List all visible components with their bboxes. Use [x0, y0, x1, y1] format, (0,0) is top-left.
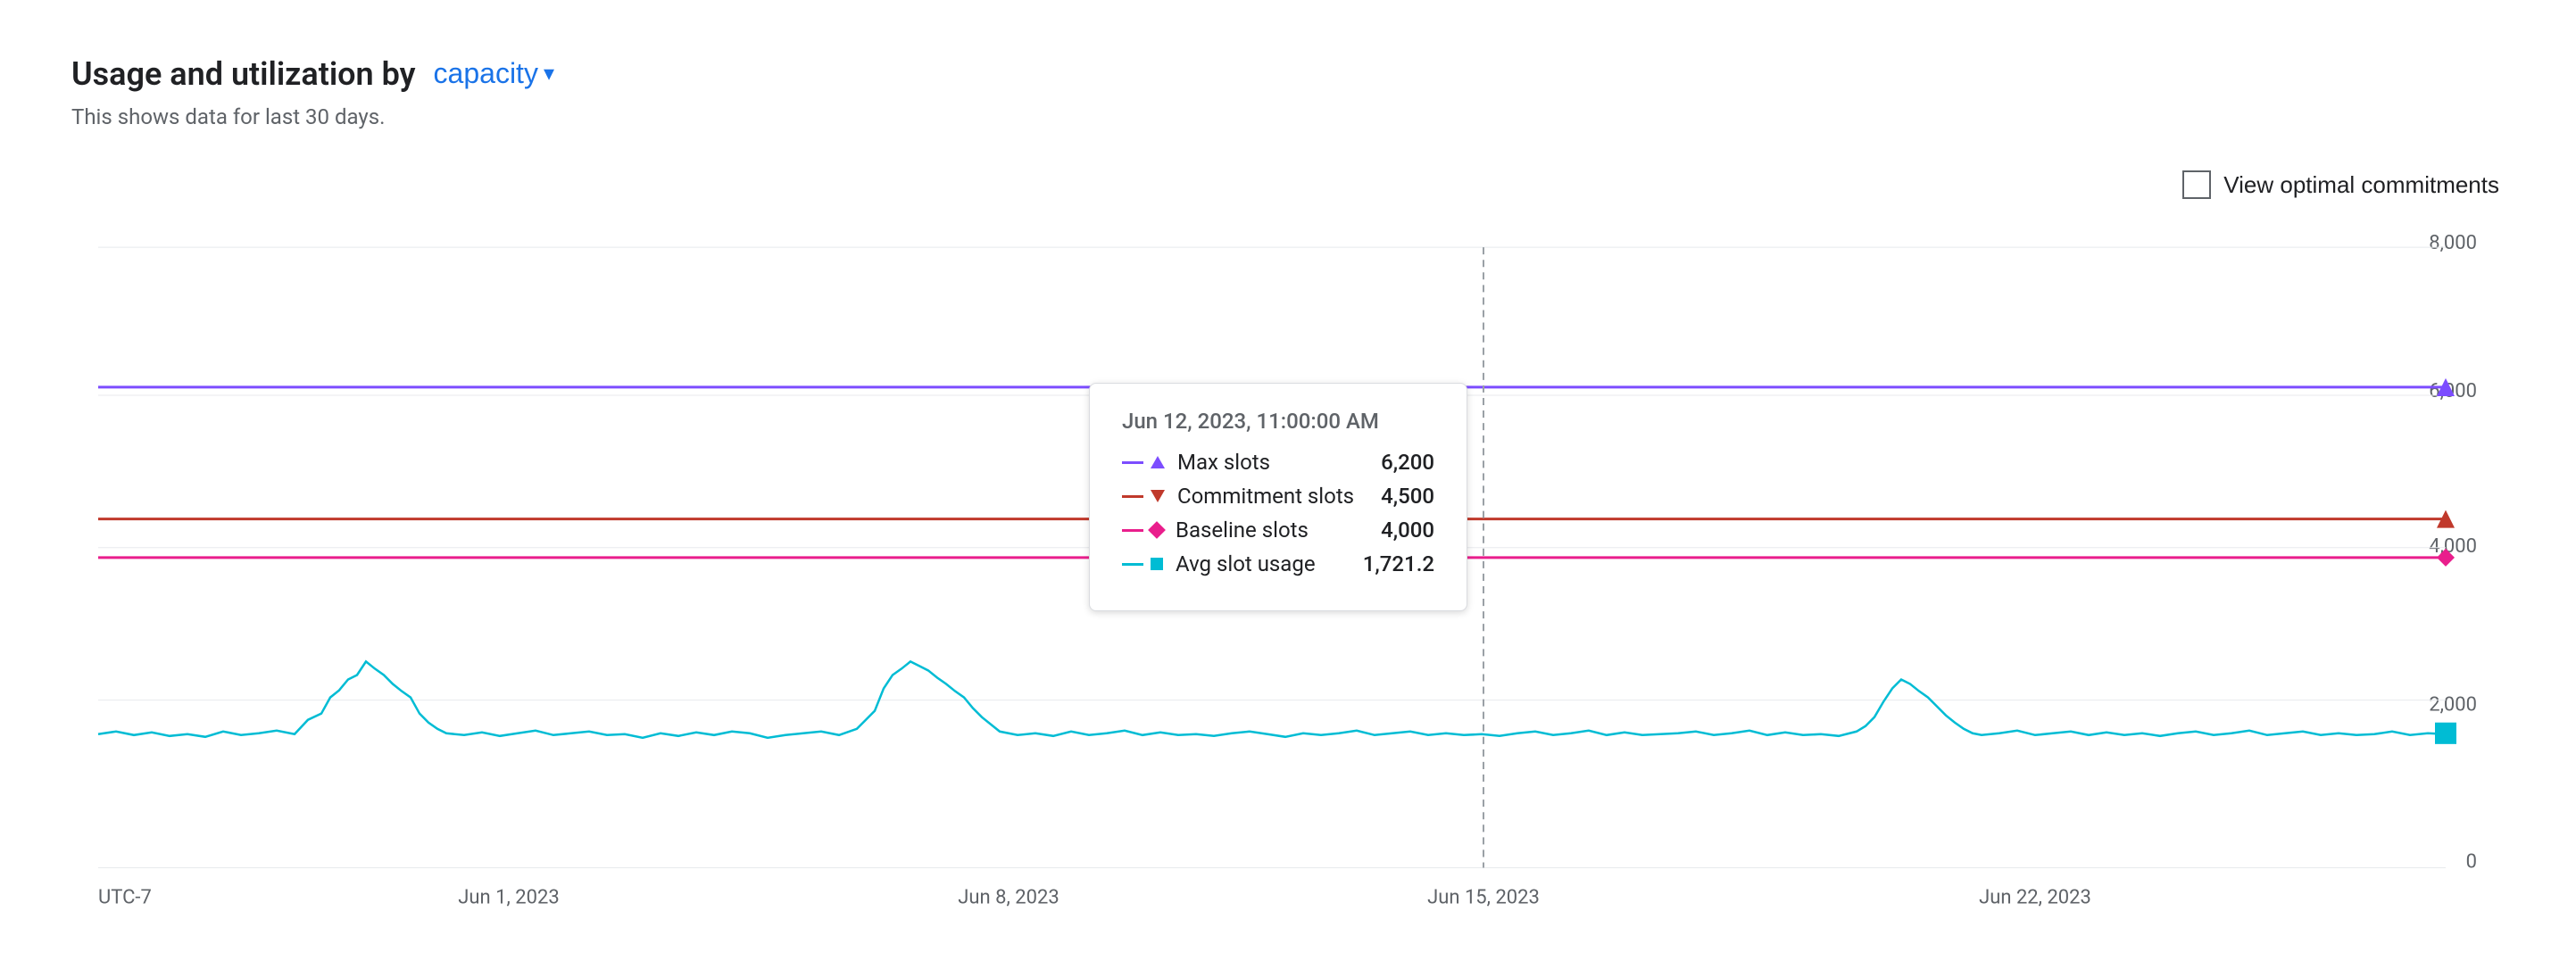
page: Usage and utilization by capacity ▾ This… [0, 0, 2576, 948]
x-label-jun22: Jun 22, 2023 [1979, 887, 2091, 909]
chart-header-title: Usage and utilization by capacity ▾ [71, 54, 2505, 94]
y-label-8000: 8,000 [2429, 232, 2477, 254]
capacity-dropdown[interactable]: capacity ▾ [427, 54, 561, 94]
y-label-6000: 6,000 [2429, 380, 2477, 402]
view-optimal-checkbox[interactable] [2182, 170, 2211, 199]
dropdown-label: capacity [434, 57, 538, 90]
y-label-2000: 2,000 [2429, 694, 2477, 717]
view-optimal-label: View optimal commitments [2223, 171, 2499, 199]
x-label-jun15: Jun 15, 2023 [1427, 887, 1540, 909]
y-label-0: 0 [2466, 850, 2477, 873]
y-label-4000: 4,000 [2429, 535, 2477, 558]
x-label-jun1: Jun 1, 2023 [458, 887, 559, 909]
x-label-jun8: Jun 8, 2023 [958, 887, 1059, 909]
chart-area: 8,000 6,000 4,000 2,000 0 [71, 222, 2505, 957]
chart-subtitle: This shows data for last 30 days. [71, 104, 2505, 129]
chevron-down-icon: ▾ [544, 61, 554, 87]
avg-usage-marker [2435, 723, 2456, 744]
main-chart: 8,000 6,000 4,000 2,000 0 [71, 222, 2505, 957]
page-title: Usage and utilization by [71, 55, 416, 93]
chart-controls: View optimal commitments [71, 165, 2505, 204]
view-optimal-button[interactable]: View optimal commitments [2177, 165, 2505, 204]
x-label-utc7: UTC-7 [98, 887, 152, 909]
